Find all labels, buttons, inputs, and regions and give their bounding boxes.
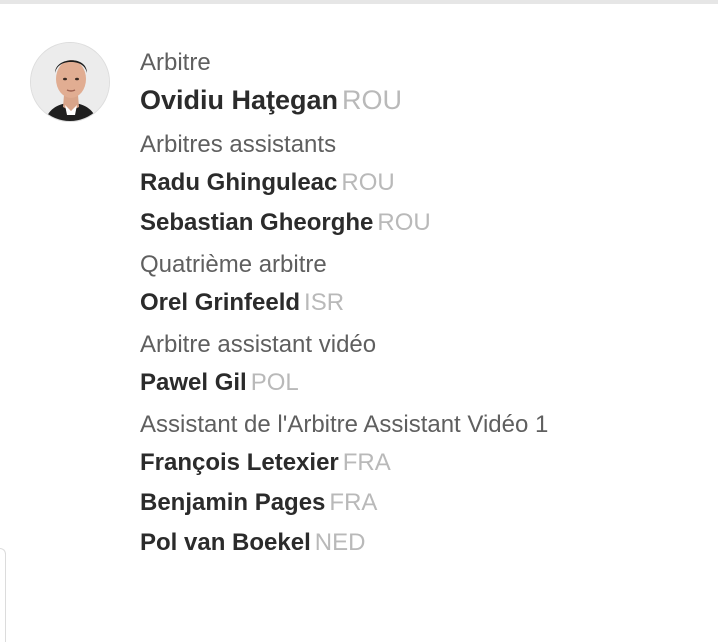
person-entry[interactable]: Pol van Boekel NED	[140, 528, 548, 568]
avar-group: Assistant de l'Arbitre Assistant Vidéo 1…	[140, 410, 548, 568]
person-entry[interactable]: Sebastian Gheorghe ROU	[140, 208, 548, 248]
role-label: Arbitre assistant vidéo	[140, 331, 377, 358]
person-entry[interactable]: Pawel Gil POL	[140, 368, 548, 408]
person-name: Radu Ghinguleac	[140, 169, 338, 196]
referee-group: Arbitre Ovidiu Haţegan ROU	[140, 48, 548, 128]
var-group: Arbitre assistant vidéo Pawel Gil POL	[140, 330, 548, 408]
role-label: Assistant de l'Arbitre Assistant Vidéo 1	[140, 411, 549, 438]
referee-avatar[interactable]	[30, 42, 110, 122]
referee-entry[interactable]: Ovidiu Haţegan ROU	[140, 84, 548, 128]
person-entry[interactable]: Orel Grinfeeld ISR	[140, 288, 548, 328]
fourth-official-group: Quatrième arbitre Orel Grinfeeld ISR	[140, 250, 548, 328]
person-name: Orel Grinfeeld	[140, 289, 301, 316]
role-label: Quatrième arbitre	[140, 251, 327, 278]
person-name: Pol van Boekel	[140, 529, 311, 556]
person-name: François Letexier	[140, 449, 339, 476]
person-entry[interactable]: François Letexier FRA	[140, 448, 548, 488]
person-name: Sebastian Gheorghe	[140, 209, 374, 236]
person-name: Pawel Gil	[140, 369, 247, 396]
assistant-referees-group: Arbitres assistants Radu Ghinguleac ROU S…	[140, 130, 548, 248]
referee-photo	[31, 43, 109, 121]
country-code: ROU	[377, 209, 431, 236]
country-code: ISR	[304, 289, 345, 316]
side-panel-edge	[0, 548, 6, 642]
person-entry[interactable]: Radu Ghinguleac ROU	[140, 168, 548, 208]
match-officials-list: Arbitre Ovidiu Haţegan ROU Arbitres assis…	[140, 48, 548, 570]
country-code: NED	[314, 529, 366, 556]
country-code: ROU	[341, 169, 395, 196]
top-divider	[0, 0, 718, 4]
country-code: POL	[250, 369, 299, 396]
person-name: Ovidiu Haţegan	[140, 85, 339, 115]
role-label: Arbitres assistants	[140, 131, 337, 158]
role-label: Arbitre	[140, 49, 211, 76]
country-code: FRA	[329, 489, 378, 516]
country-code: FRA	[342, 449, 391, 476]
person-name: Benjamin Pages	[140, 489, 326, 516]
country-code: ROU	[342, 85, 403, 115]
person-entry[interactable]: Benjamin Pages FRA	[140, 488, 548, 528]
